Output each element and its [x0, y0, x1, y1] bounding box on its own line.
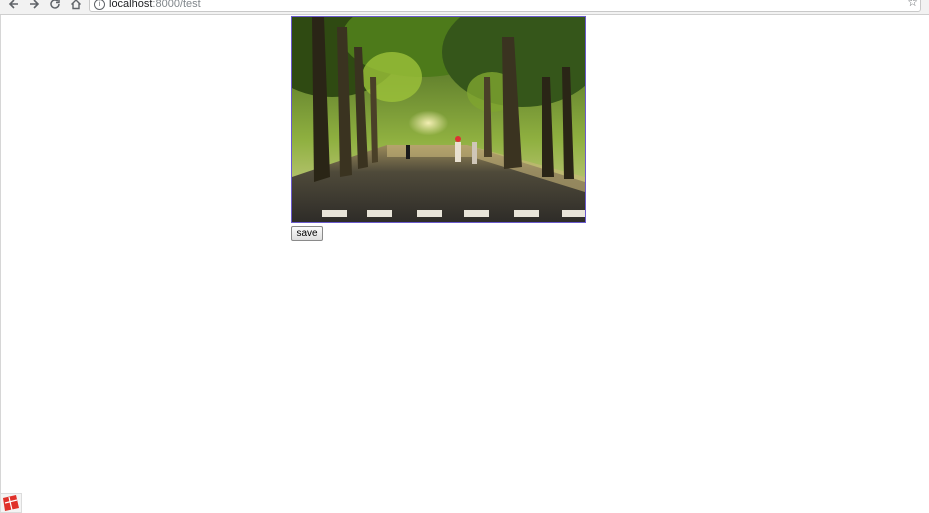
back-arrow-icon[interactable]: [7, 0, 21, 10]
address-bar[interactable]: i localhost:8000/test ☆: [89, 0, 921, 12]
url-text: localhost:8000/test: [109, 0, 201, 11]
save-button[interactable]: save: [291, 226, 323, 241]
browser-toolbar: i localhost:8000/test ☆: [0, 0, 929, 15]
reload-icon[interactable]: [48, 0, 62, 10]
url-path: :8000/test: [152, 0, 201, 10]
forward-arrow-icon[interactable]: [27, 0, 41, 10]
site-info-icon[interactable]: i: [94, 0, 105, 10]
url-host: localhost: [109, 0, 153, 10]
home-icon[interactable]: [69, 0, 83, 10]
street-photo: [291, 16, 586, 223]
app-logo-icon[interactable]: [0, 493, 22, 513]
page-edge-divider: [0, 15, 1, 513]
bookmark-star-icon[interactable]: ☆: [907, 0, 918, 9]
